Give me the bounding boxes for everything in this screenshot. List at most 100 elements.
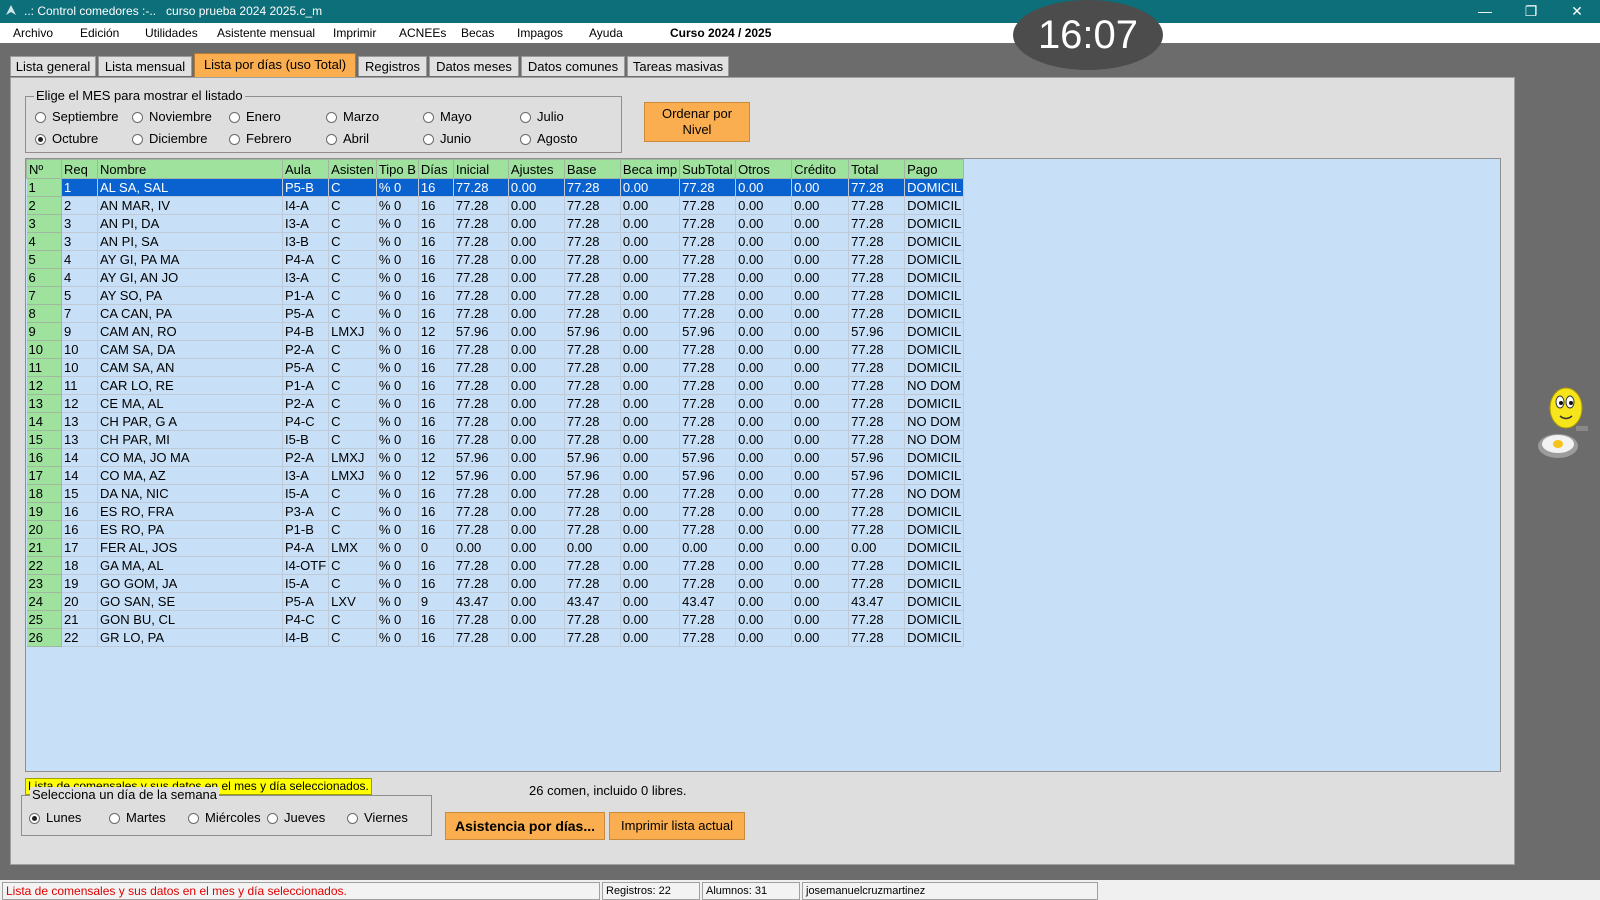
radio-octubre[interactable]: Octubre <box>35 131 98 146</box>
radio-agosto[interactable]: Agosto <box>520 131 577 146</box>
radio-septiembre[interactable]: Septiembre <box>35 109 118 124</box>
column-header[interactable]: Aula <box>281 159 330 179</box>
radio-diciembre[interactable]: Diciembre <box>132 131 208 146</box>
menu-becas[interactable]: Becas <box>461 26 494 40</box>
menu-edicion[interactable]: Edición <box>80 26 119 40</box>
table-row[interactable]: 6 4 AY GI, AN JO I3-A C% 0 16 77.28 0.00 77.28 0.… <box>26 268 965 287</box>
menu-acnees[interactable]: ACNEEs <box>399 26 446 40</box>
column-header[interactable]: Ajustes <box>507 159 565 179</box>
data-grid[interactable]: Nº Req Nombre Aula Asisten Tipo B Días Inicial A… <box>25 158 1501 772</box>
table-row[interactable]: 18 15 DA NA, NIC I5-A C% 0 16 77.28 0.00 77.28 0.… <box>26 484 965 503</box>
table-row[interactable]: 20 16 ES RO, PA P1-B C% 0 16 77.28 0.00 77.28 0.0… <box>26 520 965 539</box>
table-header-row: Nº Req Nombre Aula Asisten Tipo B Días Inicial A… <box>26 159 965 179</box>
title-bar: ..: Control comedores :-.. curso prueba … <box>0 0 1600 23</box>
radio-marzo[interactable]: Marzo <box>326 109 379 124</box>
row-number-cell: 6 <box>26 268 62 287</box>
column-header[interactable]: Inicial <box>452 159 509 179</box>
column-header[interactable]: Tipo B <box>375 159 419 179</box>
menu-ayuda[interactable]: Ayuda <box>589 26 623 40</box>
table-row[interactable]: 10 10 CAM SA, DA P2-A C% 0 16 77.28 0.00 77.28 0.… <box>26 340 965 359</box>
radio-miercoles[interactable]: Miércoles <box>188 810 261 825</box>
print-list-button[interactable]: Imprimir lista actual <box>609 812 745 840</box>
tab-datos-comunes[interactable]: Datos comunes <box>521 56 625 76</box>
table-cell: C <box>328 232 377 251</box>
table-cell: 0.00 <box>508 358 565 377</box>
table-row[interactable]: 14 13 CH PAR, G A P4-C C% 0 16 77.28 0.00 77.28 0… <box>26 412 965 431</box>
column-header[interactable]: Req <box>61 159 98 179</box>
radio-noviembre[interactable]: Noviembre <box>132 109 212 124</box>
status-bar: Lista de comensales y sus datos en el me… <box>0 880 1600 900</box>
menu-archivo[interactable]: Archivo <box>13 26 53 40</box>
tab-datos-meses[interactable]: Datos meses <box>429 56 519 76</box>
table-cell: GO SAN, SE <box>97 592 283 611</box>
table-row[interactable]: 24 20 GO SAN, SE P5-A LXV% 0 9 43.47 0.00 43.47 0… <box>26 592 965 611</box>
table-row[interactable]: 19 16 ES RO, FRA P3-A C% 0 16 77.28 0.00 77.28 0.… <box>26 502 965 521</box>
menu-imprimir[interactable]: Imprimir <box>333 26 376 40</box>
table-row[interactable]: 15 13 CH PAR, MI I5-B C% 0 16 77.28 0.00 77.28 0.… <box>26 430 965 449</box>
table-row[interactable]: 3 3 AN PI, DA I3-A C% 0 16 77.28 0.00 77.28 0.00 7… <box>26 214 965 233</box>
table-row[interactable]: 21 17 FER AL, JOS P4-A LMX% 0 0 0.00 0.00 0.00 0.… <box>26 538 965 557</box>
table-cell: 11 <box>61 376 98 395</box>
column-header[interactable]: Días <box>417 159 454 179</box>
column-header[interactable]: Base <box>563 159 621 179</box>
column-header[interactable]: Nombre <box>97 159 283 179</box>
table-row[interactable]: 11 10 CAM SA, AN P5-A C% 0 16 77.28 0.00 77.28 0.… <box>26 358 965 377</box>
radio-viernes[interactable]: Viernes <box>347 810 408 825</box>
table-row[interactable]: 7 5 AY SO, PA P1-A C% 0 16 77.28 0.00 77.28 0.00 7… <box>26 286 965 305</box>
column-header[interactable]: Crédito <box>791 159 850 179</box>
column-header[interactable]: Otros <box>735 159 793 179</box>
table-row[interactable]: 8 7 CA CAN, PA P5-A C% 0 16 77.28 0.00 77.28 0.00… <box>26 304 965 323</box>
column-header[interactable]: Nº <box>26 159 62 179</box>
tab-lista-general[interactable]: Lista general <box>10 56 96 76</box>
radio-martes[interactable]: Martes <box>109 810 166 825</box>
table-row[interactable]: 1 1 AL SA, SAL P5-B C% 0 16 77.28 0.00 77.28 0.00… <box>26 178 965 197</box>
table-row[interactable]: 2 2 AN MAR, IV I4-A C% 0 16 77.28 0.00 77.28 0.00… <box>26 196 965 215</box>
maximize-button[interactable]: ❐ <box>1508 0 1554 23</box>
table-row[interactable]: 16 14 CO MA, JO MA P2-A LMXJ% 0 12 57.96 0.00 57… <box>26 448 965 467</box>
table-row[interactable]: 9 9 CAM AN, RO P4-B LMXJ% 0 12 57.96 0.00 57.96 0… <box>26 322 965 341</box>
column-header[interactable]: Asisten <box>328 159 377 179</box>
row-number-cell: 25 <box>26 610 62 629</box>
table-row[interactable]: 12 11 CAR LO, RE P1-A C% 0 16 77.28 0.00 77.28 0.… <box>26 376 965 395</box>
order-by-level-button[interactable]: Ordenar por Nivel <box>644 102 750 142</box>
table-cell: % 0 <box>376 466 419 485</box>
menu-asistente-mensual[interactable]: Asistente mensual <box>217 26 315 40</box>
table-cell: 21 <box>61 610 98 629</box>
table-row[interactable]: 13 12 CE MA, AL P2-A C% 0 16 77.28 0.00 77.28 0.0… <box>26 394 965 413</box>
tab-lista-por-dias[interactable]: Lista por días (uso Total) <box>194 53 356 77</box>
tab-lista-mensual[interactable]: Lista mensual <box>98 56 192 76</box>
table-cell: % 0 <box>376 232 419 251</box>
table-row[interactable]: 5 4 AY GI, PA MA P4-A C% 0 16 77.28 0.00 77.28 0.… <box>26 250 965 269</box>
table-cell: 10 <box>61 340 98 359</box>
radio-febrero[interactable]: Febrero <box>229 131 292 146</box>
attendance-by-days-button[interactable]: Asistencia por días... <box>445 812 605 840</box>
menu-utilidades[interactable]: Utilidades <box>145 26 198 40</box>
table-row[interactable]: 25 21 GON BU, CL P4-C C% 0 16 77.28 0.00 77.28 0.… <box>26 610 965 629</box>
radio-enero[interactable]: Enero <box>229 109 281 124</box>
table-row[interactable]: 4 3 AN PI, SA I3-B C% 0 16 77.28 0.00 77.28 0.00 7… <box>26 232 965 251</box>
tab-tareas-masivas[interactable]: Tareas masivas <box>627 56 729 76</box>
radio-julio[interactable]: Julio <box>520 109 564 124</box>
radio-abril[interactable]: Abril <box>326 131 369 146</box>
table-cell: 0.00 <box>620 628 681 647</box>
tab-registros[interactable]: Registros <box>358 56 427 76</box>
table-row[interactable]: 17 14 CO MA, AZ I3-A LMXJ% 0 12 57.96 0.00 57.96… <box>26 466 965 485</box>
column-header[interactable]: Pago <box>904 159 965 179</box>
table-row[interactable]: 22 18 GA MA, AL I4-OTF C% 0 16 77.28 0.00 77.28 0… <box>26 556 965 575</box>
radio-junio[interactable]: Junio <box>423 131 471 146</box>
minimize-button[interactable]: — <box>1462 0 1508 23</box>
row-number-cell: 17 <box>26 466 62 485</box>
table-row[interactable]: 26 22 GR LO, PA I4-B C% 0 16 77.28 0.00 77.28 0.0… <box>26 628 965 647</box>
column-header[interactable]: Beca imp <box>619 159 681 179</box>
table-row[interactable]: 23 19 GO GOM, JA I5-A C% 0 16 77.28 0.00 77.28 0.… <box>26 574 965 593</box>
radio-lunes[interactable]: Lunes <box>29 810 81 825</box>
close-button[interactable]: ✕ <box>1554 0 1600 23</box>
column-header[interactable]: Total <box>848 159 906 179</box>
row-number-cell: 8 <box>26 304 62 323</box>
menu-impagos[interactable]: Impagos <box>517 26 563 40</box>
radio-jueves[interactable]: Jueves <box>267 810 325 825</box>
radio-mayo[interactable]: Mayo <box>423 109 472 124</box>
column-header[interactable]: SubTotal <box>679 159 737 179</box>
table-cell: P1-A <box>282 286 330 305</box>
table-cell: 77.28 <box>848 610 906 629</box>
